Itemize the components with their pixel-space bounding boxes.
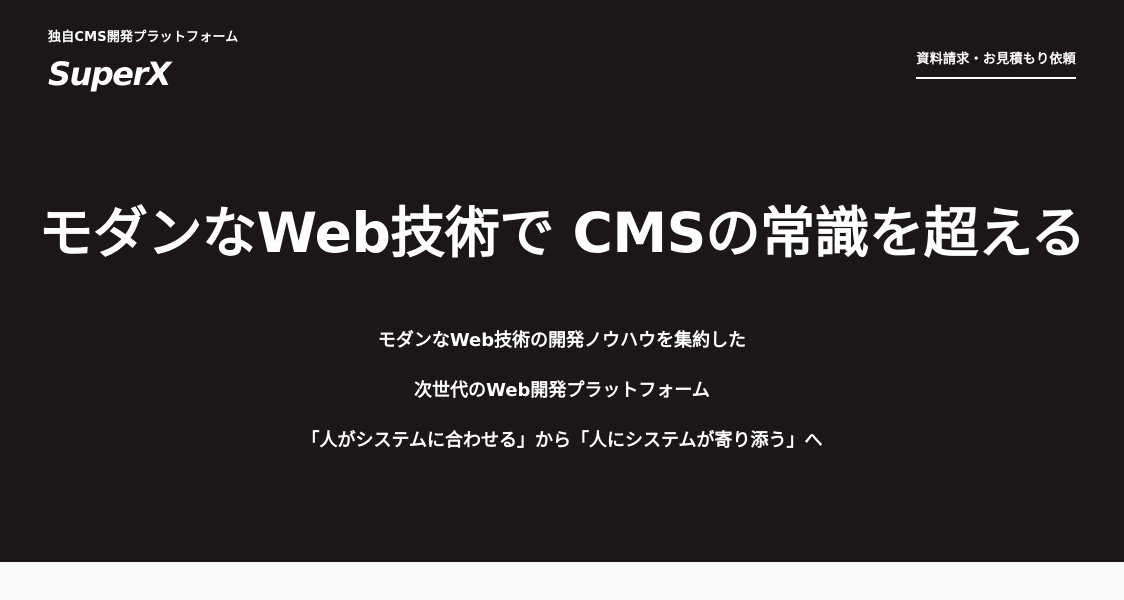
superx-logo[interactable]: SuperX [48, 54, 171, 94]
hero-subtext-line-3: 「人がシステムに合わせる」から「人にシステムが寄り添う」へ [301, 430, 823, 451]
brand-tagline: 独自CMS開発プラットフォーム [48, 30, 239, 45]
hero-section: 独自CMS開発プラットフォーム SuperX 資料請求・お見積もり依頼 モダンな… [0, 0, 1124, 562]
next-section-edge [0, 562, 1124, 600]
hero-subtext-line-1: モダンなWeb技術の開発ノウハウを集約した [377, 330, 747, 351]
hero-headline: モダンなWeb技術で CMSの常識を超える [38, 201, 1086, 265]
hero-subtext-line-2: 次世代のWeb開発プラットフォーム [414, 380, 710, 401]
request-materials-link[interactable]: 資料請求・お見積もり依頼 [916, 48, 1076, 79]
